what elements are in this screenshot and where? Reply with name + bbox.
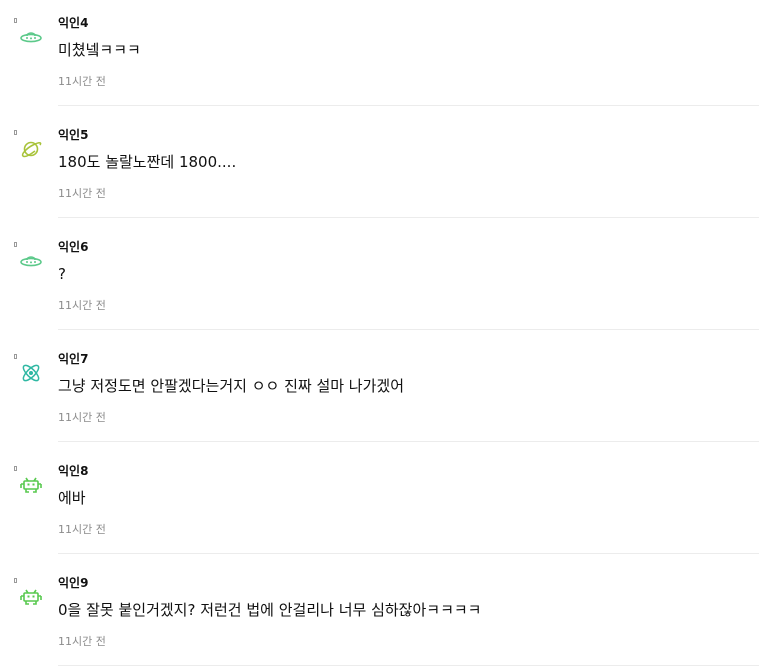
comment-divider: [58, 441, 759, 442]
comment-text: 0을 잘못 붙인거겠지? 저런건 법에 안걸리나 너무 심하잖아ㅋㅋㅋㅋ: [58, 601, 482, 619]
comment-divider: [58, 665, 759, 666]
ufo-icon: [19, 249, 43, 273]
comment-author[interactable]: 익인7: [58, 351, 88, 367]
comment-author[interactable]: 익인6: [58, 239, 88, 255]
comment-timestamp: 11시간 전: [58, 299, 106, 312]
comment-marker: [14, 354, 17, 359]
comment-marker: [14, 242, 17, 247]
comment-author[interactable]: 익인5: [58, 127, 88, 143]
atom-icon: [19, 361, 43, 385]
comment-marker: [14, 130, 17, 135]
comment-item: 익인7 그냥 저정도면 안팔겠다는거지 ㅇㅇ 진짜 설마 나가겠어 11시간 전: [0, 336, 759, 448]
comment-divider: [58, 553, 759, 554]
comment-author[interactable]: 익인9: [58, 575, 88, 591]
comment-item: 익인6 ? 11시간 전: [0, 224, 759, 336]
comment-item: 익인9 0을 잘못 붙인거겠지? 저런건 법에 안걸리나 너무 심하잖아ㅋㅋㅋㅋ…: [0, 560, 759, 672]
ufo-icon: [19, 25, 43, 49]
comment-text: 그냥 저정도면 안팔겠다는거지 ㅇㅇ 진짜 설마 나가겠어: [58, 377, 405, 395]
comment-divider: [58, 217, 759, 218]
comment-timestamp: 11시간 전: [58, 187, 106, 200]
comment-author[interactable]: 익인8: [58, 463, 88, 479]
comment-item: 익인8 에바 11시간 전: [0, 448, 759, 560]
space-invader-icon: [19, 473, 43, 497]
comment-marker: [14, 466, 17, 471]
comment-item: 익인4 미쳤넼ㅋㅋㅋ 11시간 전: [0, 0, 759, 112]
space-invader-icon: [19, 585, 43, 609]
comment-marker: [14, 18, 17, 23]
comment-text: 미쳤넼ㅋㅋㅋ: [58, 41, 141, 59]
comment-marker: [14, 578, 17, 583]
comment-divider: [58, 105, 759, 106]
comment-timestamp: 11시간 전: [58, 635, 106, 648]
comment-text: 180도 놀랄노짠데 1800....: [58, 153, 237, 171]
comment-timestamp: 11시간 전: [58, 523, 106, 536]
planet-icon: [19, 137, 43, 161]
comment-timestamp: 11시간 전: [58, 75, 106, 88]
comment-item: 익인5 180도 놀랄노짠데 1800.... 11시간 전: [0, 112, 759, 224]
comment-author[interactable]: 익인4: [58, 15, 88, 31]
comment-divider: [58, 329, 759, 330]
comment-timestamp: 11시간 전: [58, 411, 106, 424]
comment-text: ?: [58, 265, 66, 283]
comment-text: 에바: [58, 489, 86, 507]
